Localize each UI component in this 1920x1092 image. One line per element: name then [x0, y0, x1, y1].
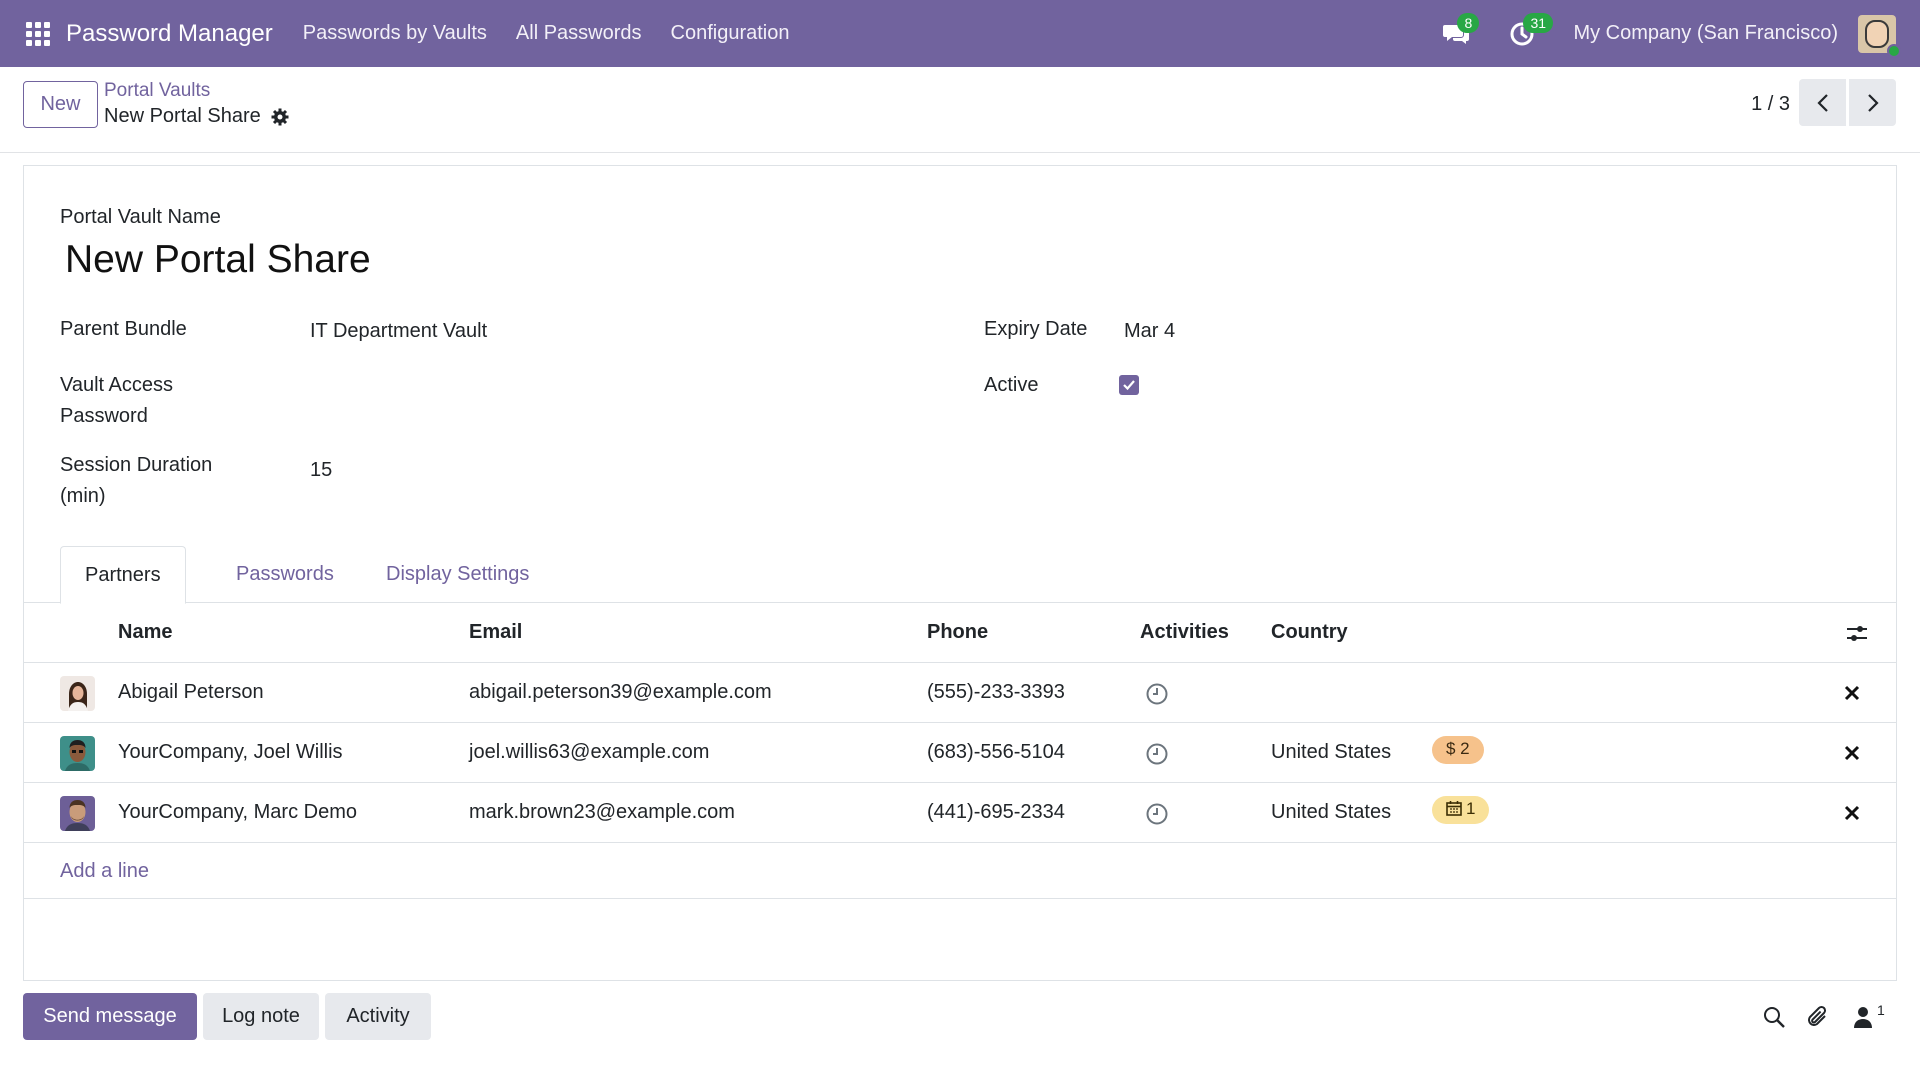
vault-password-label-line1: Vault Access	[60, 374, 174, 396]
parent-bundle-label: Parent Bundle	[60, 318, 187, 340]
expiry-date-field[interactable]: Mar 4	[1124, 320, 1175, 343]
partners-table: Name Email Phone Activities Country Abig…	[24, 603, 1896, 899]
session-duration-label-line1: Session Duration	[60, 454, 213, 476]
user-avatar[interactable]	[1858, 14, 1901, 58]
column-phone[interactable]: Phone	[927, 621, 988, 644]
partner-phone: (683)-556-5104	[927, 741, 1065, 763]
messages-count-badge: 8	[1457, 12, 1480, 33]
form-sheet: Portal Vault Name New Portal Share Paren…	[23, 165, 1897, 981]
sales-badge[interactable]: $ 2	[1432, 736, 1484, 764]
table-row[interactable]: YourCompany, Joel Willis joel.willis63@e…	[24, 723, 1896, 783]
app-menu-icon[interactable]	[24, 20, 52, 48]
table-row[interactable]: YourCompany, Marc Demo mark.brown23@exam…	[24, 783, 1896, 843]
add-line-link[interactable]: Add a line	[60, 860, 149, 883]
gear-icon[interactable]	[271, 108, 289, 126]
messages-icon[interactable]: 8	[1441, 12, 1480, 49]
activity-button[interactable]: Activity	[325, 993, 431, 1040]
column-email[interactable]: Email	[469, 621, 522, 644]
control-panel: New Portal Vaults New Portal Share 1 / 3	[0, 67, 1920, 153]
session-duration-label-line2: (min)	[60, 485, 106, 507]
breadcrumb-current-label: New Portal Share	[104, 105, 261, 127]
partner-phone: (555)-233-3393	[927, 681, 1065, 703]
optional-columns-icon[interactable]	[1846, 623, 1868, 645]
activities-count-badge: 31	[1523, 12, 1554, 33]
calendar-icon	[1446, 801, 1462, 816]
followers-icon[interactable]	[1852, 1005, 1876, 1029]
menu-passwords-by-vaults[interactable]: Passwords by Vaults	[303, 22, 487, 45]
send-message-button[interactable]: Send message	[23, 993, 197, 1040]
clock-icon[interactable]	[1145, 802, 1169, 826]
active-label: Active	[984, 374, 1039, 396]
partner-avatar	[60, 796, 95, 831]
partner-name: Abigail Peterson	[118, 681, 264, 703]
app-title[interactable]: Password Manager	[66, 20, 273, 48]
events-count: 1	[1466, 799, 1476, 818]
partner-email: mark.brown23@example.com	[469, 801, 735, 823]
partner-avatar	[60, 676, 95, 711]
expiry-date-label: Expiry Date	[984, 318, 1088, 340]
partner-country: United States	[1271, 741, 1392, 763]
partner-name: YourCompany, Marc Demo	[118, 801, 357, 823]
pager-next-button[interactable]	[1849, 79, 1896, 126]
column-country[interactable]: Country	[1271, 621, 1348, 644]
column-activities[interactable]: Activities	[1140, 621, 1229, 644]
check-icon	[1123, 380, 1135, 391]
session-duration-field[interactable]: 15	[310, 459, 332, 482]
column-name[interactable]: Name	[118, 621, 172, 644]
breadcrumb-current: New Portal Share	[104, 105, 289, 128]
notebook-tabs: Partners Passwords Display Settings	[24, 546, 1896, 604]
delete-row-icon[interactable]	[1844, 805, 1860, 821]
followers-count: 1	[1877, 1002, 1885, 1018]
active-checkbox[interactable]	[1119, 375, 1139, 395]
parent-bundle-field[interactable]: IT Department Vault	[310, 320, 487, 343]
top-navbar: Password Manager Passwords by Vaults All…	[0, 0, 1920, 67]
menu-configuration[interactable]: Configuration	[671, 22, 790, 45]
events-badge[interactable]: 1	[1432, 796, 1490, 824]
partner-email: abigail.peterson39@example.com	[469, 681, 772, 703]
menu-all-passwords[interactable]: All Passwords	[516, 22, 642, 45]
table-row[interactable]: Abigail Peterson abigail.peterson39@exam…	[24, 663, 1896, 723]
pager-previous-button[interactable]	[1799, 79, 1846, 126]
chevron-left-icon	[1816, 93, 1828, 112]
breadcrumb-parent-link[interactable]: Portal Vaults	[104, 80, 210, 102]
add-line-row: Add a line	[24, 843, 1896, 899]
log-note-button[interactable]: Log note	[203, 993, 319, 1040]
partner-avatar	[60, 736, 95, 771]
tab-partners[interactable]: Partners	[60, 546, 186, 604]
clock-icon[interactable]	[1145, 742, 1169, 766]
delete-row-icon[interactable]	[1844, 685, 1860, 701]
new-button[interactable]: New	[23, 81, 98, 128]
tab-display-settings[interactable]: Display Settings	[362, 546, 553, 603]
delete-row-icon[interactable]	[1844, 745, 1860, 761]
vault-name-field[interactable]: New Portal Share	[65, 238, 371, 282]
tab-passwords[interactable]: Passwords	[212, 546, 358, 603]
pager-value[interactable]: 1 / 3	[1751, 93, 1790, 116]
paperclip-icon[interactable]	[1806, 1005, 1830, 1029]
chevron-right-icon	[1867, 93, 1879, 112]
vault-name-label: Portal Vault Name	[60, 206, 221, 228]
partner-name: YourCompany, Joel Willis	[118, 741, 343, 763]
partner-phone: (441)-695-2334	[927, 801, 1065, 823]
partner-email: joel.willis63@example.com	[469, 741, 710, 763]
company-switcher[interactable]: My Company (San Francisco)	[1573, 22, 1838, 45]
vault-password-label-line2: Password	[60, 405, 148, 427]
activities-icon[interactable]: 31	[1507, 12, 1554, 49]
clock-icon[interactable]	[1145, 682, 1169, 706]
partner-country: United States	[1271, 801, 1392, 823]
online-status-dot	[1887, 43, 1901, 58]
table-header: Name Email Phone Activities Country	[24, 603, 1896, 663]
search-icon[interactable]	[1762, 1005, 1786, 1029]
